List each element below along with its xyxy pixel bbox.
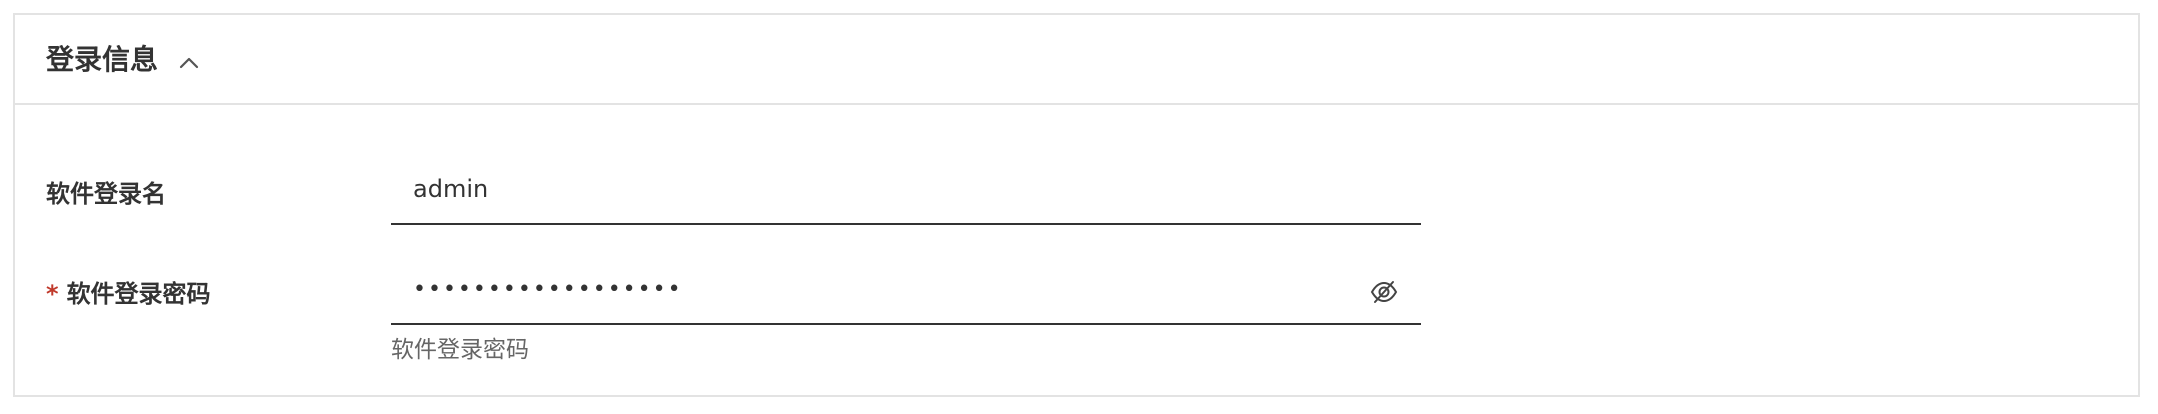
required-star: * xyxy=(46,280,59,308)
panel-header[interactable]: 登录信息 xyxy=(15,15,2138,105)
username-label: 软件登录名 xyxy=(46,180,166,208)
password-helper-text: 软件登录密码 xyxy=(391,337,529,363)
password-label: * 软件登录密码 xyxy=(46,279,211,309)
login-info-panel: 登录信息 软件登录名 *软件登录密码 软件登录密码 xyxy=(13,13,2140,397)
eye-off-icon[interactable] xyxy=(1369,277,1399,307)
username-input[interactable] xyxy=(391,155,1421,225)
password-label-text: 软件登录密码 xyxy=(66,280,211,308)
chevron-up-icon[interactable] xyxy=(175,49,203,77)
password-input[interactable] xyxy=(391,255,1421,325)
section-title: 登录信息 xyxy=(46,43,159,76)
